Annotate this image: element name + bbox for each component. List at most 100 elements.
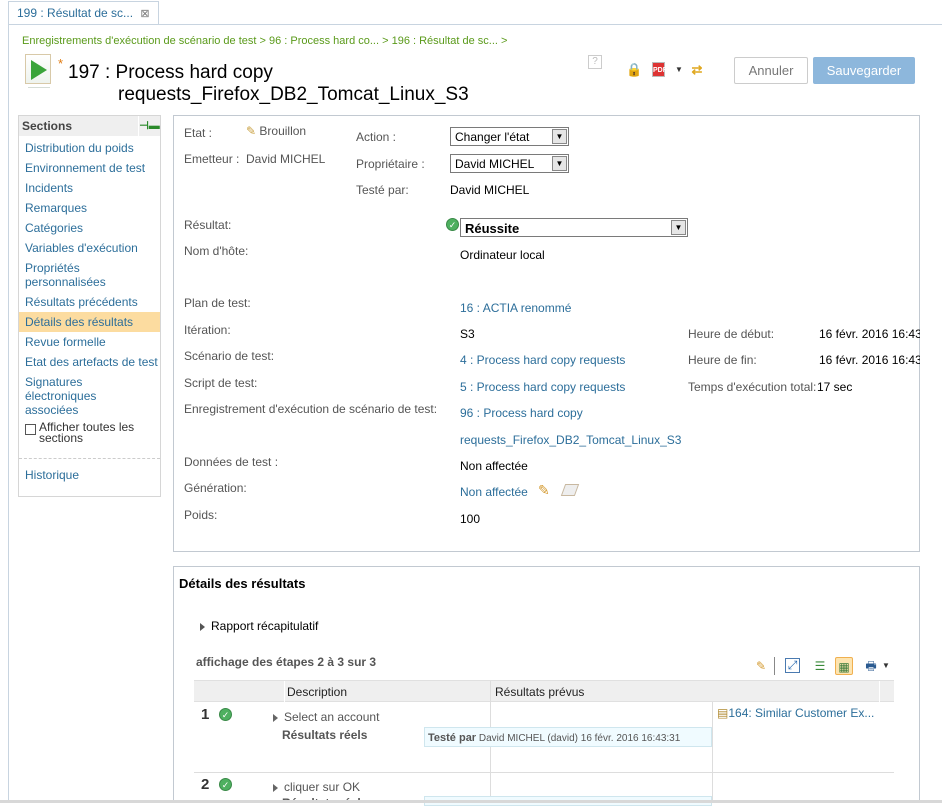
dirty-marker: * — [58, 56, 64, 71]
pdf-export-icon[interactable]: PDF — [652, 62, 667, 77]
breadcrumb[interactable]: Enregistrements d'exécution de scénario … — [22, 35, 507, 47]
test-plan-label: Plan de test: — [184, 296, 251, 310]
cancel-button[interactable]: Annuler — [734, 57, 808, 84]
toolbar-divider — [774, 657, 775, 675]
host-value: Ordinateur local — [460, 248, 545, 262]
print-icon[interactable]: 🖶 — [862, 657, 880, 675]
steps-table-header: Description Résultats prévus — [194, 680, 894, 702]
total-time-value: 17 sec — [817, 380, 853, 394]
total-time-label: Temps d'exécution total: — [688, 380, 817, 394]
pass-icon: ✓ — [446, 218, 459, 231]
test-data-value: Non affectée — [460, 459, 528, 473]
row-divider — [194, 772, 894, 773]
sidebar-item-test-environment[interactable]: Environnement de test — [19, 158, 160, 178]
editor-tab-bar: 199 : Résultat de sc... ⊠ — [0, 0, 942, 25]
test-data-label: Données de test : — [184, 455, 279, 469]
step-number: 1 — [201, 706, 210, 723]
sidebar-item-categories[interactable]: Catégories — [19, 218, 160, 238]
attachment-link[interactable]: ▤164: Similar Customer Ex... — [717, 706, 874, 720]
expand-triangle-icon — [273, 713, 278, 722]
refresh-icon[interactable]: ⇄ — [689, 62, 705, 78]
column-header-description[interactable]: Description — [287, 685, 347, 699]
generation-link[interactable]: Non affectée — [460, 485, 528, 499]
chevron-down-icon[interactable]: ▼ — [552, 156, 567, 171]
scenario-link[interactable]: 4 : Process hard copy requests — [460, 353, 625, 367]
chevron-down-icon[interactable]: ▼ — [552, 129, 567, 144]
sidebar-item-incidents[interactable]: Incidents — [19, 178, 160, 198]
column-divider — [712, 702, 713, 803]
chevron-down-icon[interactable]: ▼ — [671, 62, 687, 78]
sections-panel: Sections ⊣▬ Distribution du poids Enviro… — [18, 115, 161, 497]
sidebar-item-result-details[interactable]: Détails des résultats — [19, 312, 160, 332]
weight-label: Poids: — [184, 508, 218, 522]
end-time-label: Heure de fin: — [688, 353, 757, 367]
maximize-icon[interactable]: ⤢ — [785, 658, 800, 673]
result-label: Résultat: — [184, 218, 232, 232]
divider — [19, 458, 160, 459]
editor-tab[interactable]: 199 : Résultat de sc... ⊠ — [8, 1, 159, 25]
step-description[interactable]: cliquer sur OK — [273, 780, 360, 794]
generation-label: Génération: — [184, 481, 247, 495]
sidebar-item-remarks[interactable]: Remarques — [19, 198, 160, 218]
pencil-icon[interactable]: ✎ — [538, 482, 550, 499]
sidebar-item-previous-results[interactable]: Résultats précédents — [19, 292, 160, 312]
execution-record-link[interactable]: 96 : Process hard copy — [460, 406, 583, 420]
test-plan-link[interactable]: 16 : ACTIA renommé — [460, 301, 571, 315]
chevron-down-icon[interactable]: ▼ — [881, 657, 891, 675]
iteration-label: Itération: — [184, 323, 231, 337]
tested-by-label: Testé par: — [356, 183, 409, 197]
pencil-icon[interactable]: ✎ — [752, 657, 770, 675]
edit-note-icon: ✎ — [246, 124, 257, 138]
close-icon[interactable]: ⊠ — [140, 8, 149, 20]
actual-results-label: Résultats réels — [282, 728, 368, 742]
action-select[interactable]: Changer l'état ▼ — [450, 127, 569, 146]
sidebar-item-execution-variables[interactable]: Variables d'exécution — [19, 238, 160, 258]
result-details-title: Détails des résultats — [179, 576, 306, 591]
help-icon[interactable]: ? — [588, 55, 602, 69]
scenario-label: Scénario de test: — [184, 349, 275, 363]
show-all-sections-checkbox[interactable]: Afficher toutes les sections — [19, 420, 160, 446]
chevron-down-icon[interactable]: ▼ — [671, 220, 686, 235]
checkbox[interactable] — [25, 424, 36, 435]
result-select[interactable]: Réussite ▼ — [460, 218, 688, 237]
sidebar-item-weight-distribution[interactable]: Distribution du poids — [19, 138, 160, 158]
issuer-label: Emetteur : — [184, 152, 240, 166]
test-result-icon — [25, 54, 51, 88]
column-divider — [879, 681, 880, 702]
sidebar-item-formal-review[interactable]: Revue formelle — [19, 332, 160, 352]
start-time-value: 16 févr. 2016 16:43:14 — [819, 327, 920, 341]
sidebar-item-custom-properties[interactable]: Propriétés personnalisées — [19, 258, 119, 292]
pass-icon: ✓ — [219, 708, 232, 721]
column-header-expected[interactable]: Résultats prévus — [495, 685, 584, 699]
list-view-icon[interactable]: ☰ — [811, 657, 829, 675]
tested-by-note: Testé par David MICHEL (david) 16 févr. … — [424, 727, 712, 747]
end-time-value: 16 févr. 2016 16:43:31 — [819, 353, 920, 367]
execution-record-link-cont[interactable]: requests_Firefox_DB2_Tomcat_Linux_S3 — [460, 433, 681, 447]
sidebar-item-history[interactable]: Historique — [19, 465, 160, 485]
weight-value: 100 — [460, 512, 481, 526]
sidebar-item-artifact-state[interactable]: Etat des artefacts de test — [19, 352, 160, 372]
save-button[interactable]: Sauvegarder — [813, 57, 915, 84]
iteration-value: S3 — [460, 327, 475, 341]
step-number: 2 — [201, 776, 210, 793]
issuer-value: David MICHEL — [246, 152, 326, 166]
document-icon: ▤ — [717, 706, 729, 720]
steps-paging-text: affichage des étapes 2 à 3 sur 3 — [196, 655, 377, 669]
pass-icon: ✓ — [219, 778, 232, 791]
sections-header: Sections ⊣▬ — [19, 116, 160, 136]
script-link[interactable]: 5 : Process hard copy requests — [460, 380, 625, 394]
start-time-label: Heure de début: — [688, 327, 775, 341]
step-description[interactable]: Select an account — [273, 710, 379, 724]
tested-by-value: David MICHEL — [450, 183, 530, 197]
lock-refresh-icon[interactable]: 🔒 — [626, 62, 642, 78]
owner-select[interactable]: David MICHEL ▼ — [450, 154, 569, 173]
summary-report-toggle[interactable]: Rapport récapitulatif — [200, 619, 318, 633]
detail-view-icon[interactable]: ▦ — [835, 657, 853, 675]
script-label: Script de test: — [184, 376, 258, 390]
pin-icon[interactable]: ⊣▬ — [138, 116, 160, 136]
execution-record-label: Enregistrement d'exécution de scénario d… — [184, 402, 438, 416]
tab-label: 199 : Résultat de sc... — [17, 6, 134, 20]
host-label: Nom d'hôte: — [184, 244, 249, 258]
sidebar-item-e-signatures[interactable]: Signatures électroniques associées — [19, 372, 109, 420]
state-value: ✎ Brouillon — [246, 124, 307, 138]
